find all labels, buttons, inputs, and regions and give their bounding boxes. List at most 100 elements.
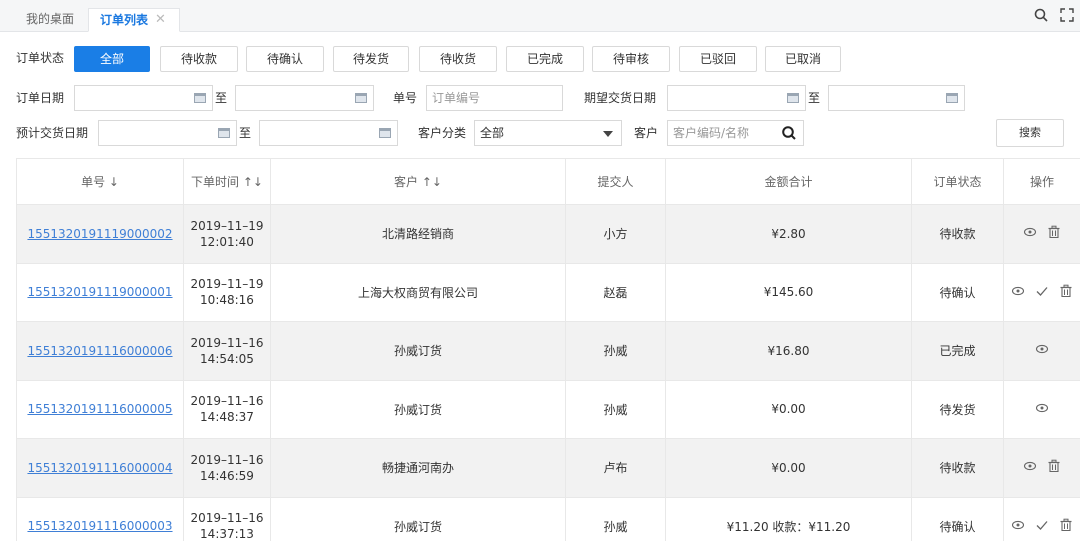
- tab-order-list[interactable]: 订单列表 ✕: [88, 8, 180, 32]
- col-submitter: 提交人: [565, 158, 666, 205]
- est-date-start-input[interactable]: [98, 120, 237, 146]
- amount-cell: ¥16.80: [665, 321, 912, 381]
- status-filter-button[interactable]: 待确认: [246, 46, 324, 72]
- order-no-link[interactable]: 1551320191116000003: [27, 519, 172, 533]
- actions-cell: [1003, 263, 1080, 322]
- tab-order-list-label: 订单列表: [100, 13, 149, 27]
- status-label: 订单状态: [16, 51, 65, 65]
- check-icon[interactable]: [1035, 518, 1049, 535]
- order-date: 2019–11–16: [190, 335, 264, 350]
- order-time: 14:37:13: [200, 527, 254, 541]
- status-cell: 待收款: [911, 438, 1004, 498]
- order-date-label: 订单日期: [16, 91, 65, 105]
- order-table: 单号 ↓ 下单时间 ↑↓ 客户 ↑↓ 提交人 金额合计 订单状态 操作 1551…: [16, 158, 1080, 541]
- trash-icon[interactable]: [1059, 518, 1073, 535]
- customer-cell: 孙威订货: [270, 321, 566, 381]
- customer-category-value: 全部: [480, 126, 505, 140]
- expected-date-label: 期望交货日期: [584, 91, 657, 105]
- eye-icon[interactable]: [1035, 401, 1049, 418]
- submitter-cell: 孙威: [565, 321, 666, 381]
- order-no-placeholder: 订单编号: [432, 91, 481, 105]
- order-time: 14:48:37: [200, 410, 254, 425]
- status-filter-button[interactable]: 已完成: [506, 46, 584, 72]
- customer-cell: 北清路经销商: [270, 204, 566, 264]
- status-filter-button[interactable]: 待收货: [419, 46, 497, 72]
- status-cell: 待确认: [911, 263, 1004, 322]
- order-no-cell: 1551320191116000003: [16, 497, 184, 541]
- order-time: 14:46:59: [200, 468, 254, 483]
- calendar-icon[interactable]: [379, 128, 391, 138]
- est-date-label: 预计交货日期: [16, 126, 89, 140]
- order-date: 2019–11–16: [190, 394, 264, 409]
- est-date-end-input[interactable]: [259, 120, 398, 146]
- status-filter-button[interactable]: 待收款: [160, 46, 238, 72]
- search-button[interactable]: 搜索: [996, 119, 1064, 147]
- customer-category-select[interactable]: 全部: [474, 120, 622, 146]
- search-icon[interactable]: [781, 125, 797, 141]
- order-no-link[interactable]: 1551320191116000004: [27, 461, 172, 475]
- order-no-input[interactable]: 订单编号: [426, 85, 563, 111]
- trash-icon[interactable]: [1047, 225, 1061, 242]
- amount-cell: ¥0.00: [665, 380, 912, 439]
- order-time-cell: 2019–11–16 14:37:13: [183, 497, 271, 541]
- order-no-link[interactable]: 1551320191119000001: [27, 285, 172, 299]
- order-no-link[interactable]: 1551320191116000005: [27, 402, 172, 416]
- close-icon[interactable]: ✕: [155, 9, 166, 31]
- order-date-start-input[interactable]: [74, 85, 213, 111]
- actions-cell: [1003, 321, 1080, 381]
- amount-cell: ¥0.00: [665, 438, 912, 498]
- customer-cell: 孙威订货: [270, 497, 566, 541]
- amount-cell: ¥145.60: [665, 263, 912, 322]
- status-filter-button[interactable]: 已驳回: [679, 46, 757, 72]
- customer-input[interactable]: 客户编码/名称: [667, 120, 804, 146]
- order-time: 14:54:05: [200, 351, 254, 366]
- col-order-no[interactable]: 单号 ↓: [16, 158, 184, 205]
- eye-icon[interactable]: [1011, 284, 1025, 301]
- calendar-icon[interactable]: [355, 93, 367, 103]
- actions-cell: [1003, 204, 1080, 264]
- status-filter-button[interactable]: 全部: [74, 46, 150, 72]
- check-icon[interactable]: [1035, 284, 1049, 301]
- customer-cell: 畅捷通河南办: [270, 438, 566, 498]
- order-date-end-input[interactable]: [235, 85, 374, 111]
- calendar-icon[interactable]: [946, 93, 958, 103]
- order-no-link[interactable]: 1551320191119000002: [27, 227, 172, 241]
- col-status: 订单状态: [911, 158, 1004, 205]
- submitter-cell: 赵磊: [565, 263, 666, 322]
- amount-cell: ¥2.80: [665, 204, 912, 264]
- status-filter-button[interactable]: 待审核: [592, 46, 670, 72]
- expected-date-start-input[interactable]: [667, 85, 806, 111]
- order-date: 2019–11–16: [190, 511, 264, 526]
- submitter-cell: 孙威: [565, 497, 666, 541]
- order-no-link[interactable]: 1551320191116000006: [27, 344, 172, 358]
- eye-icon[interactable]: [1011, 518, 1025, 535]
- customer-cell: 孙威订货: [270, 380, 566, 439]
- submitter-cell: 卢布: [565, 438, 666, 498]
- eye-icon[interactable]: [1023, 459, 1037, 476]
- chevron-down-icon: [603, 131, 613, 137]
- order-no-cell: 1551320191116000005: [16, 380, 184, 439]
- calendar-icon[interactable]: [194, 93, 206, 103]
- trash-icon[interactable]: [1059, 284, 1073, 301]
- status-filter-button[interactable]: 已取消: [765, 46, 841, 72]
- actions-cell: [1003, 438, 1080, 498]
- fullscreen-icon[interactable]: [1059, 7, 1075, 23]
- calendar-icon[interactable]: [787, 93, 799, 103]
- col-amount: 金额合计: [665, 158, 912, 205]
- status-cell: 待发货: [911, 380, 1004, 439]
- col-customer[interactable]: 客户 ↑↓: [270, 158, 566, 205]
- col-order-time[interactable]: 下单时间 ↑↓: [183, 158, 271, 205]
- order-no-cell: 1551320191119000002: [16, 204, 184, 264]
- expected-date-end-input[interactable]: [828, 85, 965, 111]
- trash-icon[interactable]: [1047, 459, 1061, 476]
- eye-icon[interactable]: [1023, 225, 1037, 242]
- actions-cell: [1003, 380, 1080, 439]
- tab-home[interactable]: 我的桌面: [26, 8, 74, 32]
- status-filter-button[interactable]: 待发货: [333, 46, 409, 72]
- search-icon[interactable]: [1033, 7, 1049, 23]
- order-time-cell: 2019–11–16 14:54:05: [183, 321, 271, 381]
- calendar-icon[interactable]: [218, 128, 230, 138]
- eye-icon[interactable]: [1035, 342, 1049, 359]
- customer-label: 客户: [634, 126, 659, 140]
- amount-cell: ¥11.20 收款：¥11.20: [665, 497, 912, 541]
